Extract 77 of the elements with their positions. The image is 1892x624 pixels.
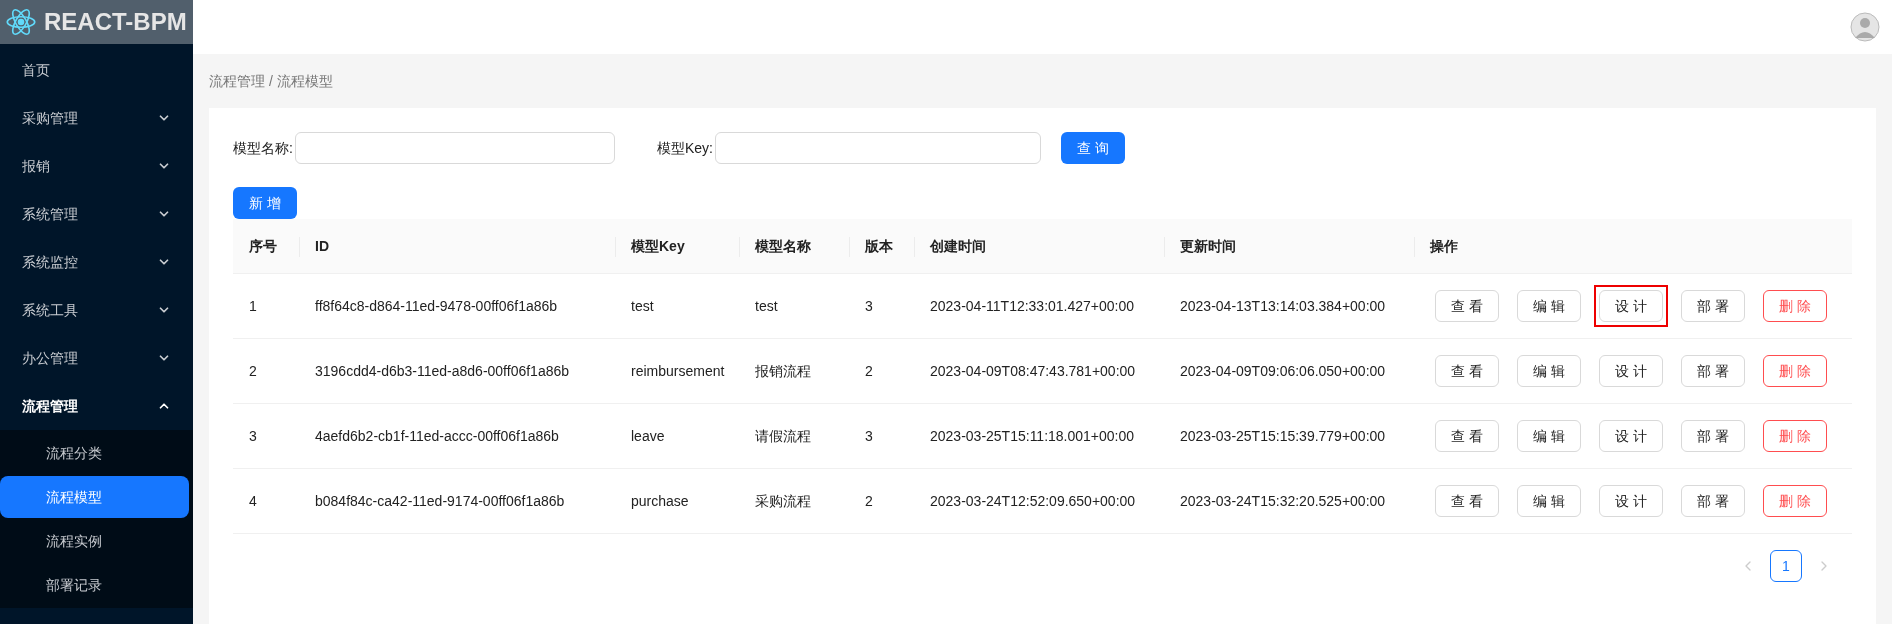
add-button[interactable]: 新 增 [233,187,297,219]
column-header: 模型Key [630,236,685,256]
column-header: 操作 [1429,236,1458,256]
action-button[interactable]: 编 辑 [1517,290,1581,322]
menu-item[interactable]: 办公管理 [0,334,193,382]
table-cell-text: purchase [630,491,689,511]
submenu-item[interactable]: 流程模型 [0,476,189,518]
table-cell-text: 2 [864,491,873,511]
page-button[interactable]: 1 [1770,550,1802,582]
filter-label: 模型Key: [656,138,713,158]
table-cell-text: 2023-03-24T12:52:09.650+00:00 [929,491,1136,511]
action-button[interactable]: 部 署 [1681,485,1745,517]
column-header: ID [314,236,329,256]
breadcrumb-item[interactable]: 流程管理 [209,70,265,92]
table-cell-text: 1 [248,296,257,316]
text-field[interactable] [294,132,615,164]
menu-item[interactable]: 系统管理 [0,190,193,238]
action-button[interactable]: 查 看 [1435,420,1499,452]
atom-icon [6,8,36,36]
app-title: REACT-BPM [44,7,187,37]
action-button[interactable]: 设 计 [1599,290,1663,322]
table-cell-text: reimbursement [630,361,725,381]
table-cell-text: 2023-03-25T15:15:39.779+00:00 [1179,426,1386,446]
menu-item[interactable]: 报销 [0,142,193,190]
avatar-icon[interactable] [1850,12,1880,42]
table-cell-text: 2023-04-09T08:47:43.781+00:00 [929,361,1136,381]
action-button[interactable]: 设 计 [1599,355,1663,387]
table-cell-text: test [630,296,654,316]
table-cell-text: 2 [864,361,873,381]
submenu-item[interactable]: 流程分类 [0,432,189,474]
menu-item[interactable]: 首页 [0,46,193,94]
menu-item[interactable]: 系统监控 [0,238,193,286]
column-header: 序号 [248,236,277,256]
action-button[interactable]: 查 看 [1435,290,1499,322]
table-cell-text: ff8f64c8-d864-11ed-9478-00ff06f1a86b [314,296,558,316]
action-button[interactable]: 查 看 [1435,355,1499,387]
action-button[interactable]: 编 辑 [1517,485,1581,517]
table-cell-text: 4 [248,491,257,511]
search-button[interactable]: 查 询 [1060,132,1125,164]
column-header: 版本 [864,236,893,256]
column-header: 更新时间 [1179,236,1236,256]
column-header: 模型名称 [754,236,811,256]
table-cell-text: 请假流程 [754,426,811,446]
column-header: 创建时间 [929,236,986,256]
table-cell-text: 采购流程 [754,491,811,511]
menu-item[interactable]: 采购管理 [0,94,193,142]
table-cell-text: 3 [248,426,257,446]
table-cell-text: 2023-04-13T13:14:03.384+00:00 [1179,296,1386,316]
menu-item[interactable]: 流程管理 [0,382,193,430]
action-button[interactable]: 编 辑 [1517,420,1581,452]
table-cell-text: 3 [864,426,873,446]
action-button[interactable]: 编 辑 [1517,355,1581,387]
submenu-item[interactable]: 部署记录 [0,564,189,606]
table-cell-text: 2 [248,361,257,381]
table-cell-text: 3 [864,296,873,316]
action-button[interactable]: 查 看 [1435,485,1499,517]
filter-label: 模型名称: [233,138,293,158]
breadcrumb-item: / [269,71,273,91]
table-cell-text: 2023-03-24T15:32:20.525+00:00 [1179,491,1386,511]
table-cell-text: b084f84c-ca42-11ed-9174-00ff06f1a86b [314,491,565,511]
table-cell-text: 4aefd6b2-cb1f-11ed-accc-00ff06f1a86b [314,426,559,446]
table-cell-text: 2023-03-25T15:11:18.001+00:00 [929,426,1135,446]
menu-item[interactable]: 系统工具 [0,286,193,334]
action-button[interactable]: 设 计 [1599,485,1663,517]
breadcrumb-item[interactable]: 流程模型 [276,70,333,92]
action-button[interactable]: 部 署 [1681,290,1745,322]
submenu-item[interactable]: 流程实例 [0,520,189,562]
table-cell-text: 3196cdd4-d6b3-11ed-a8d6-00ff06f1a86b [314,361,570,381]
table-cell-text: 2023-04-09T09:06:06.050+00:00 [1179,361,1386,381]
action-button[interactable]: 部 署 [1681,420,1745,452]
action-button[interactable]: 部 署 [1681,355,1745,387]
text-field[interactable] [714,132,1041,164]
table-cell-text: test [754,296,778,316]
table-cell-text: 2023-04-11T12:33:01.427+00:00 [929,296,1135,316]
action-button[interactable]: 设 计 [1599,420,1663,452]
table-cell-text: 报销流程 [754,361,811,381]
table-cell-text: leave [630,426,665,446]
